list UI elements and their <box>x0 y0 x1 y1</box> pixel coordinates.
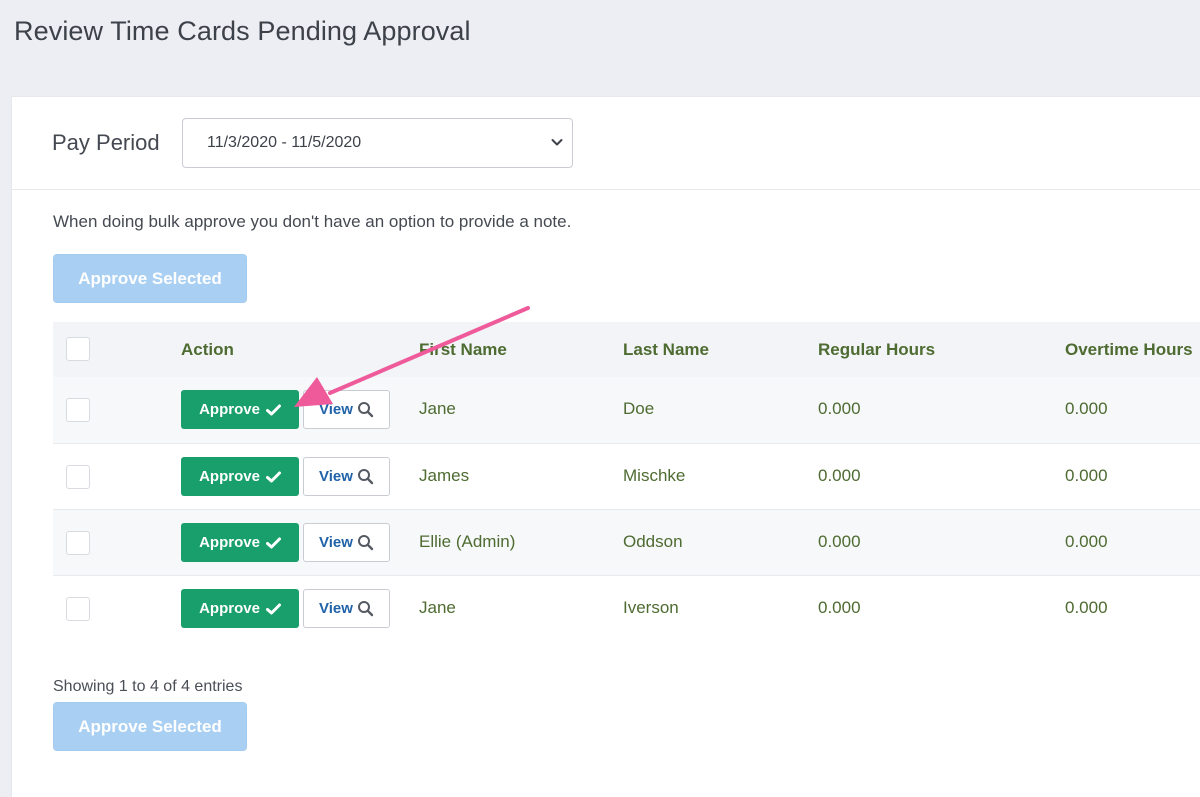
regular-hours-cell: 0.000 <box>818 598 861 617</box>
first-name-cell: Jane <box>419 598 456 617</box>
view-label: View <box>319 468 353 485</box>
time-cards-table: Action First Name Last Name Regular Hour… <box>53 322 1200 641</box>
last-name-cell: Iverson <box>623 598 679 617</box>
view-label: View <box>319 600 353 617</box>
row-checkbox[interactable] <box>66 465 90 489</box>
checkmark-icon <box>265 404 281 415</box>
approve-button[interactable]: Approve <box>181 523 299 562</box>
magnifier-icon <box>357 601 374 617</box>
checkmark-icon <box>265 471 281 482</box>
row-checkbox[interactable] <box>66 597 90 621</box>
regular-hours-cell: 0.000 <box>818 532 861 551</box>
pay-period-label: Pay Period <box>52 130 160 155</box>
magnifier-icon <box>357 469 374 485</box>
view-button[interactable]: View <box>303 390 390 429</box>
magnifier-icon <box>357 402 374 418</box>
checkmark-icon <box>265 603 281 614</box>
approve-selected-button-bottom[interactable]: Approve Selected <box>53 702 247 751</box>
first-name-cell: Ellie (Admin) <box>419 532 516 551</box>
overtime-hours-cell: 0.000 <box>1065 598 1108 617</box>
row-checkbox[interactable] <box>66 531 90 555</box>
time-cards-panel: Pay Period 11/3/2020 - 11/5/2020 When do… <box>12 97 1200 797</box>
approve-button[interactable]: Approve <box>181 457 299 496</box>
view-label: View <box>319 401 353 418</box>
approve-button[interactable]: Approve <box>181 589 299 628</box>
magnifier-icon <box>357 535 374 551</box>
pay-period-bar: Pay Period 11/3/2020 - 11/5/2020 <box>12 97 1200 190</box>
regular-hours-cell: 0.000 <box>818 466 861 485</box>
last-name-cell: Oddson <box>623 532 683 551</box>
approve-button[interactable]: Approve <box>181 390 299 429</box>
select-all-checkbox[interactable] <box>66 337 90 361</box>
last-name-cell: Mischke <box>623 466 686 485</box>
view-button[interactable]: View <box>303 457 390 496</box>
table-row: Approve View Jane Doe 0.000 0.000 <box>53 377 1200 443</box>
approve-selected-button-top[interactable]: Approve Selected <box>53 254 247 303</box>
table-row: Approve View James Mischke 0.000 0.000 <box>53 443 1200 509</box>
pay-period-value: 11/3/2020 - 11/5/2020 <box>207 134 362 151</box>
approve-label: Approve <box>199 468 260 485</box>
first-name-cell: James <box>419 466 470 485</box>
approve-label: Approve <box>199 534 260 551</box>
approve-label: Approve <box>199 600 260 617</box>
table-row: Approve View Jane Iverson 0.000 0.000 <box>53 575 1200 641</box>
header-first-name[interactable]: First Name <box>419 340 507 360</box>
overtime-hours-cell: 0.000 <box>1065 399 1108 418</box>
bulk-approve-note: When doing bulk approve you don't have a… <box>53 212 572 231</box>
pay-period-select[interactable]: 11/3/2020 - 11/5/2020 <box>182 118 573 168</box>
view-button[interactable]: View <box>303 589 390 628</box>
header-last-name[interactable]: Last Name <box>623 340 709 360</box>
view-label: View <box>319 534 353 551</box>
page-title: Review Time Cards Pending Approval <box>14 16 471 46</box>
overtime-hours-cell: 0.000 <box>1065 532 1108 551</box>
header-action: Action <box>181 340 234 359</box>
first-name-cell: Jane <box>419 399 456 418</box>
checkmark-icon <box>265 537 281 548</box>
entries-info: Showing 1 to 4 of 4 entries <box>53 678 243 695</box>
regular-hours-cell: 0.000 <box>818 399 861 418</box>
last-name-cell: Doe <box>623 399 655 418</box>
chevron-down-icon <box>551 139 563 146</box>
table-row: Approve View Ellie (Admin) Oddson 0.000 … <box>53 509 1200 575</box>
header-regular-hours[interactable]: Regular Hours <box>818 340 935 360</box>
header-overtime-hours[interactable]: Overtime Hours <box>1065 340 1193 360</box>
approve-label: Approve <box>199 401 260 418</box>
overtime-hours-cell: 0.000 <box>1065 466 1108 485</box>
row-checkbox[interactable] <box>66 398 90 422</box>
table-header-row: Action First Name Last Name Regular Hour… <box>53 322 1200 377</box>
view-button[interactable]: View <box>303 523 390 562</box>
